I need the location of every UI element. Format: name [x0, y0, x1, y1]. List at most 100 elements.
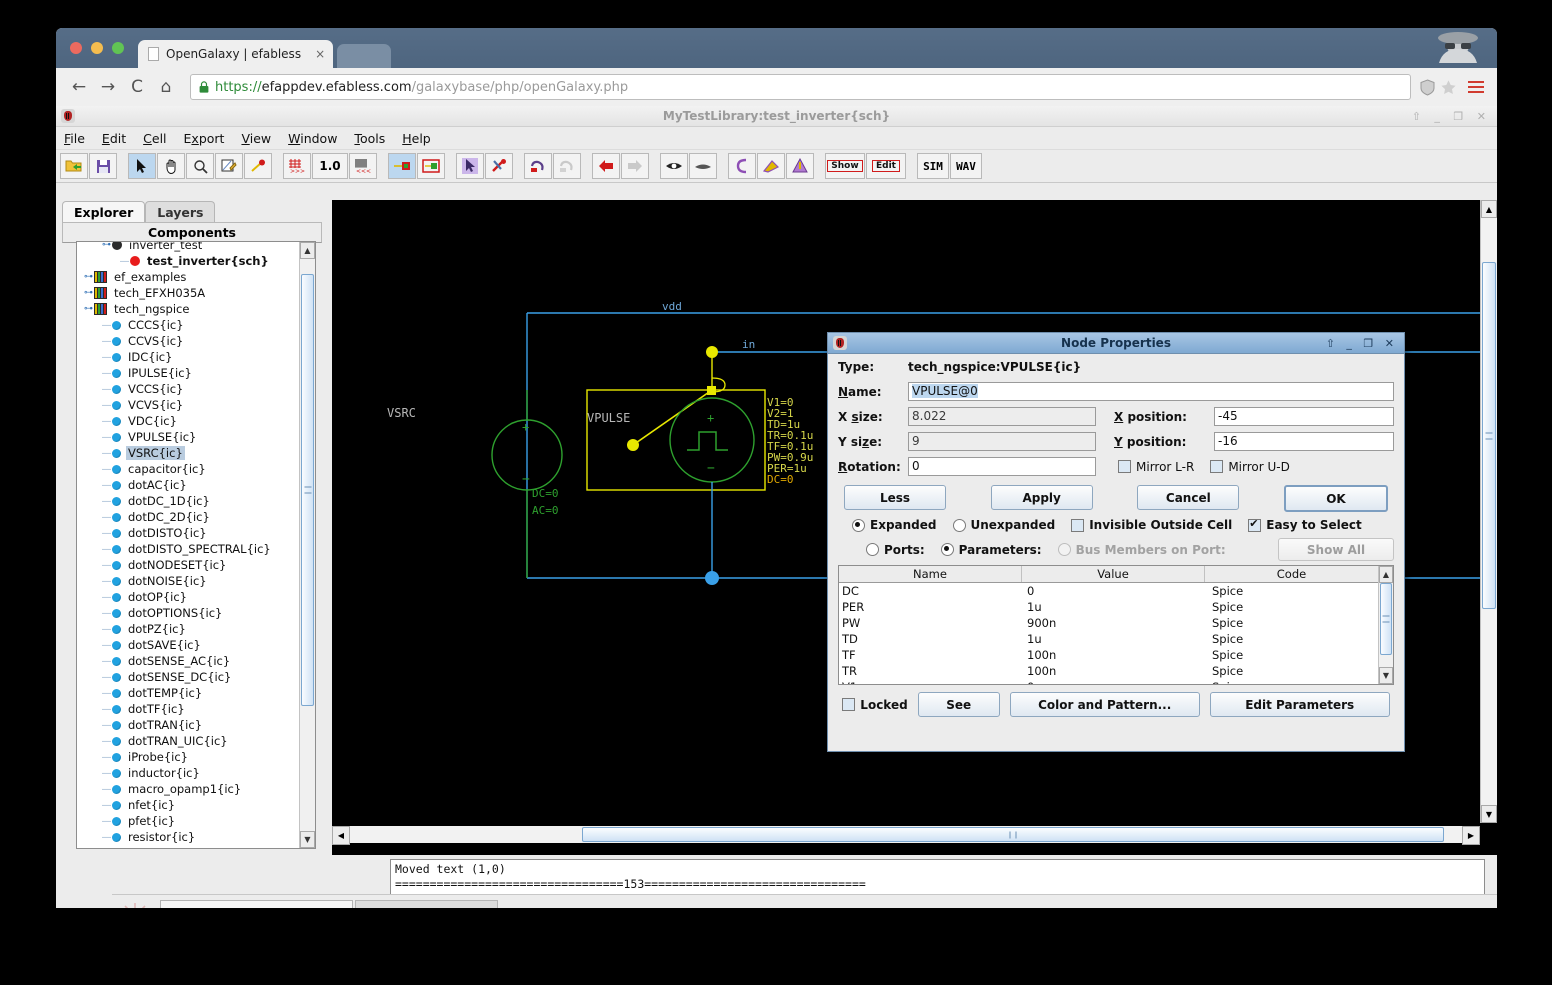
tree-item[interactable]: — resistor{ic}: [77, 829, 299, 845]
tree-item[interactable]: — dotPZ{ic}: [77, 621, 299, 637]
explorer-tree[interactable]: ⊶ inverter_test — test_inverter{sch} ⊶ ef_exa…: [77, 242, 299, 848]
tree-item[interactable]: — CCCS{ic}: [77, 317, 299, 333]
menu-view[interactable]: View: [241, 131, 271, 146]
pointer-special-icon[interactable]: [456, 153, 484, 179]
parameters-table[interactable]: Name Value Code DC 0 Spice PER 1u Spice PW 900n…: [838, 565, 1394, 685]
tree-item[interactable]: — IDC{ic}: [77, 349, 299, 365]
back-icon[interactable]: ←: [66, 74, 92, 100]
easy-to-select-checkbox[interactable]: Easy to Select: [1248, 517, 1362, 532]
drc-tool-icon[interactable]: [786, 153, 814, 179]
rotation-input[interactable]: 0: [908, 457, 1096, 476]
tab-explorer[interactable]: Explorer: [62, 201, 146, 222]
tree-item[interactable]: ⊶ tech_EFXH035A: [77, 285, 299, 301]
color-pattern-button[interactable]: Color and Pattern...: [1009, 692, 1200, 717]
tree-item[interactable]: — CCVS{ic}: [77, 333, 299, 349]
less-button[interactable]: Less: [844, 485, 946, 510]
port-left-icon[interactable]: [388, 153, 416, 179]
start-menu-icon[interactable]: [120, 901, 150, 908]
explorer-scroll-thumb[interactable]: [301, 274, 314, 706]
canvas-scroll-up-icon[interactable]: ▲: [1481, 200, 1497, 218]
table-scroll-down-icon[interactable]: ▼: [1379, 667, 1393, 684]
pan-tool-icon[interactable]: [157, 153, 185, 179]
port-box-icon[interactable]: [417, 153, 445, 179]
home-icon[interactable]: ⌂: [153, 74, 179, 100]
name-input[interactable]: VPULSE@0: [908, 382, 1394, 401]
new-tab-button[interactable]: [337, 44, 392, 68]
see-button[interactable]: See: [917, 692, 1000, 717]
open-library-icon[interactable]: [60, 153, 88, 179]
measure-tool-icon[interactable]: [244, 153, 272, 179]
edit-button[interactable]: Edit: [866, 153, 906, 179]
save-library-icon[interactable]: [89, 153, 117, 179]
undo-rotate-icon[interactable]: [524, 153, 552, 179]
show-button[interactable]: Show: [825, 153, 865, 179]
tree-item[interactable]: — dotDISTO{ic}: [77, 525, 299, 541]
xsize-input[interactable]: 8.022: [908, 407, 1096, 426]
tree-item[interactable]: — pfet{ic}: [77, 813, 299, 829]
window-minimize-dot[interactable]: [91, 42, 103, 54]
forward-icon[interactable]: →: [95, 74, 121, 100]
grid-fine-icon[interactable]: <<<: [349, 153, 377, 179]
edit-parameters-button[interactable]: Edit Parameters: [1209, 692, 1390, 717]
menu-window[interactable]: Window: [288, 131, 337, 146]
table-row[interactable]: PER 1u Spice: [839, 599, 1378, 615]
browser-tab[interactable]: OpenGalaxy | efabless ×: [138, 40, 334, 68]
table-row[interactable]: TD 1u Spice: [839, 631, 1378, 647]
taskbar-button-node-properties[interactable]: Node Properties: [354, 900, 498, 908]
tree-item[interactable]: — dotNODESET{ic}: [77, 557, 299, 573]
tree-item[interactable]: — VPULSE{ic}: [77, 429, 299, 445]
tree-expand-handle[interactable]: ⊶: [83, 288, 94, 298]
apply-button[interactable]: Apply: [990, 485, 1093, 510]
tree-item[interactable]: — VCCS{ic}: [77, 381, 299, 397]
canvas-scroll-down-icon[interactable]: ▼: [1481, 805, 1497, 823]
tree-item[interactable]: — dotSENSE_DC{ic}: [77, 669, 299, 685]
cancel-button[interactable]: Cancel: [1137, 485, 1240, 510]
tree-item[interactable]: — macro_opamp1{ic}: [77, 781, 299, 797]
tree-item[interactable]: — VDC{ic}: [77, 413, 299, 429]
tree-expand-handle[interactable]: ⊶: [83, 272, 94, 282]
ruler-tool-icon[interactable]: [757, 153, 785, 179]
zoom-tool-icon[interactable]: [186, 153, 214, 179]
outline-edit-icon[interactable]: [215, 153, 243, 179]
menu-cell[interactable]: Cell: [143, 131, 166, 146]
menu-tools[interactable]: Tools: [354, 131, 385, 146]
tree-item[interactable]: — VCVS{ic}: [77, 397, 299, 413]
ok-button[interactable]: OK: [1283, 485, 1388, 512]
tree-item[interactable]: — dotOP{ic}: [77, 589, 299, 605]
tree-item[interactable]: — nfet{ic}: [77, 797, 299, 813]
tree-item[interactable]: — dotDC_2D{ic}: [77, 509, 299, 525]
tree-item[interactable]: — dotTF{ic}: [77, 701, 299, 717]
menu-file[interactable]: File: [64, 131, 85, 146]
canvas-scroll-left-icon[interactable]: ◀: [332, 826, 350, 845]
table-scroll-up-icon[interactable]: ▲: [1379, 566, 1393, 583]
redo-arrow-icon[interactable]: [621, 153, 649, 179]
tree-item[interactable]: — dotTRAN{ic}: [77, 717, 299, 733]
sim-button[interactable]: SIM: [917, 153, 949, 179]
expanded-radio[interactable]: Expanded: [852, 518, 937, 532]
unexpanded-radio[interactable]: Unexpanded: [952, 518, 1055, 532]
tree-item[interactable]: ⊶ ef_examples: [77, 269, 299, 285]
ypos-input[interactable]: -16: [1214, 432, 1394, 451]
tree-item[interactable]: — dotTRAN_UIC{ic}: [77, 733, 299, 749]
wav-button[interactable]: WAV: [950, 153, 982, 179]
hamburger-menu-icon[interactable]: [1465, 76, 1487, 98]
tree-item[interactable]: — dotDC_1D{ic}: [77, 493, 299, 509]
tree-item[interactable]: — dotSAVE{ic}: [77, 637, 299, 653]
explorer-scrollbar[interactable]: ▲ ▼: [299, 242, 315, 848]
canvas-hscroll-thumb[interactable]: [582, 827, 1444, 842]
tree-item[interactable]: — iProbe{ic}: [77, 749, 299, 765]
select-tool-icon[interactable]: [128, 153, 156, 179]
dialog-window-buttons[interactable]: ⇧ _ ❐ ✕: [1326, 337, 1398, 350]
tree-item[interactable]: ⊶ inverter_test: [77, 242, 299, 253]
tree-item[interactable]: — inductor{ic}: [77, 765, 299, 781]
tree-item[interactable]: — test_inverter{sch}: [77, 253, 299, 269]
table-scroll-thumb[interactable]: [1380, 583, 1392, 655]
canvas-scroll-right-icon[interactable]: ▶: [1462, 826, 1480, 845]
close-icon[interactable]: ×: [315, 47, 325, 61]
scroll-up-icon[interactable]: ▲: [300, 242, 315, 259]
table-row[interactable]: V10Spice: [839, 679, 1378, 684]
menu-help[interactable]: Help: [402, 131, 431, 146]
tree-expand-handle[interactable]: ⊶: [101, 242, 112, 250]
scroll-down-icon[interactable]: ▼: [300, 831, 315, 848]
zoom-out-eye-icon[interactable]: [660, 153, 688, 179]
